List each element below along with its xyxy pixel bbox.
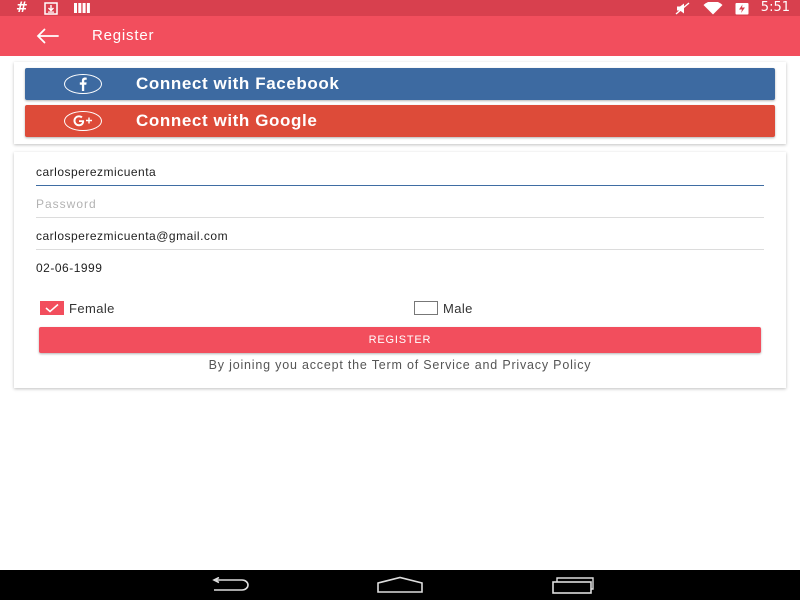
checkmark-icon [45,303,59,313]
facebook-icon [64,74,102,94]
nav-back-button[interactable] [199,572,259,598]
connect-facebook-button[interactable]: Connect with Facebook [25,68,775,100]
email-field[interactable] [36,224,764,250]
connect-google-button[interactable]: Connect with Google [25,105,775,137]
app-toolbar: Register [0,16,800,56]
male-checkbox[interactable] [414,301,438,315]
page-title: Register [92,27,155,44]
username-underline [36,184,764,186]
mute-icon [675,0,691,16]
connect-google-label: Connect with Google [136,111,318,130]
wifi-icon [703,0,723,16]
date-of-birth-input[interactable] [36,256,764,280]
status-left-icons: # [16,0,90,16]
username-field[interactable] [36,160,764,186]
username-input[interactable] [36,160,764,184]
google-plus-icon [64,111,102,131]
register-button[interactable]: REGISTER [39,327,761,353]
social-login-card: Connect with Facebook Connect with Googl… [14,62,786,144]
battery-charging-icon [735,0,749,16]
password-underline [36,217,764,218]
gender-option-male[interactable]: Male [414,299,473,317]
email-input[interactable] [36,224,764,248]
status-right-icons: 5:51 [675,0,790,16]
password-field[interactable] [36,192,764,218]
status-bar: # 5:51 [0,0,800,16]
signal-bars-icon [73,0,90,16]
password-input[interactable] [36,192,764,216]
male-label: Male [443,300,473,316]
home-nav-icon [377,576,423,593]
recent-apps-icon [552,577,594,594]
female-label: Female [69,300,115,316]
register-screen: # 5:51 Register Connect with Facebook Co… [0,0,800,600]
connect-facebook-label: Connect with Facebook [136,74,340,93]
system-nav-bar [0,570,800,600]
female-checkbox[interactable] [40,301,64,315]
arrow-left-icon [36,28,59,44]
download-icon [43,0,58,16]
email-underline [36,249,764,250]
status-time: 5:51 [760,0,790,15]
hash-icon: # [16,0,28,16]
nav-home-button[interactable] [370,572,430,598]
gender-option-female[interactable]: Female [40,299,115,317]
gender-selector: Female Male [40,299,760,317]
back-nav-icon [212,577,249,591]
nav-recent-apps-button[interactable] [542,572,602,598]
terms-text: By joining you accept the Term of Servic… [208,358,592,372]
back-button[interactable] [34,24,62,48]
date-of-birth-field[interactable] [36,256,764,282]
